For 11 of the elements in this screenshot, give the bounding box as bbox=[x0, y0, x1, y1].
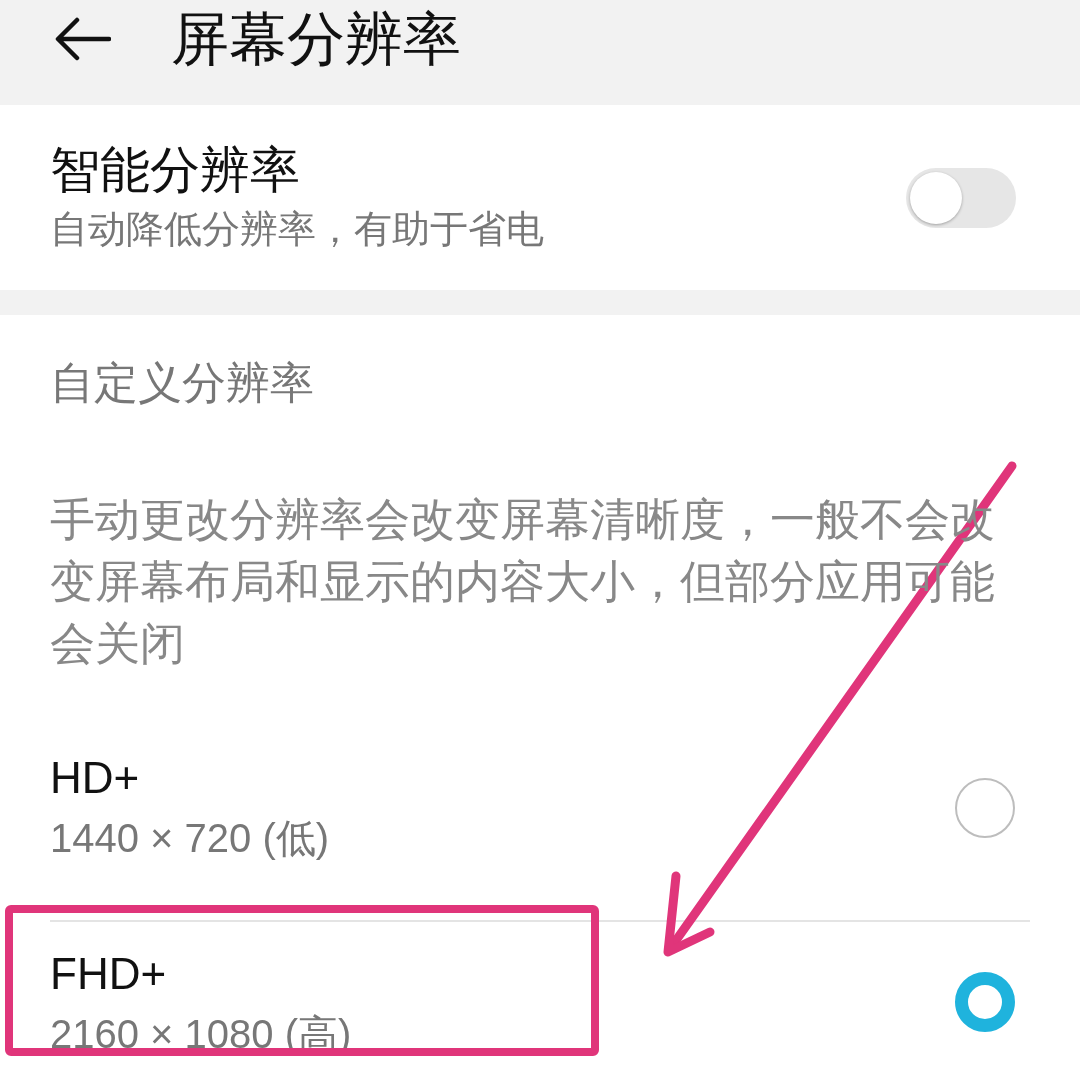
page-title: 屏幕分辨率 bbox=[171, 6, 461, 72]
back-icon[interactable] bbox=[55, 17, 111, 61]
option-label: FHD+ bbox=[50, 948, 168, 1000]
resolution-option[interactable]: HD+ 1440 × 720 (低) bbox=[50, 723, 1030, 920]
section-heading: 自定义分辨率 bbox=[50, 357, 315, 409]
radio-button[interactable] bbox=[955, 972, 1015, 1032]
setting-subtitle: 自动降低分辨率，有助于省电 bbox=[50, 206, 544, 252]
radio-button[interactable] bbox=[955, 778, 1015, 838]
option-label: HD+ bbox=[50, 752, 141, 804]
option-detail: 1440 × 720 (低) bbox=[50, 815, 330, 862]
setting-title: 智能分辨率 bbox=[50, 140, 301, 200]
